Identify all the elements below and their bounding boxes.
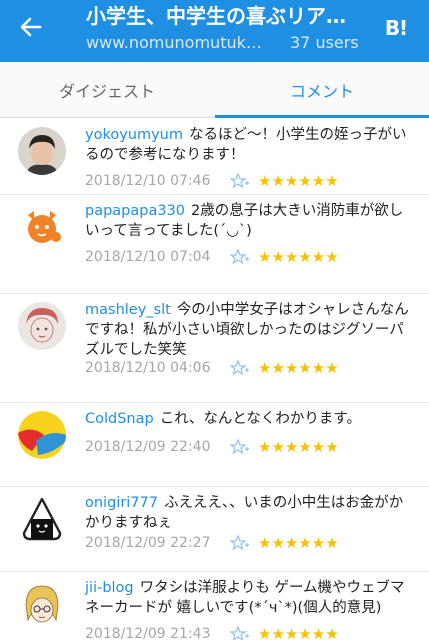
comment-list: yokoyumyum なるほど〜！小学生の姪っ子がいるので参考になります！ 201… bbox=[0, 119, 429, 640]
comment-item[interactable]: jii-blog ワタシは洋服よりも ゲーム機やウェブマネーカードが 嬉しいです(… bbox=[0, 572, 429, 640]
star-rating: ★★★★★★ bbox=[258, 625, 339, 640]
back-arrow-icon bbox=[20, 17, 42, 37]
add-star-icon[interactable] bbox=[230, 360, 250, 376]
avatar[interactable] bbox=[18, 302, 66, 350]
comment-date: 2018/12/09 21:43 bbox=[85, 626, 211, 640]
add-star-icon[interactable] bbox=[230, 173, 250, 189]
hatena-bookmark-logo[interactable]: B! bbox=[382, 14, 410, 42]
tab-digest[interactable]: ダイジェスト bbox=[0, 62, 214, 118]
comment-username[interactable]: jii-blog bbox=[85, 580, 134, 596]
star-rating: ★★★★★★ bbox=[258, 248, 339, 266]
tab-comments[interactable]: コメント bbox=[215, 62, 429, 118]
add-star-icon[interactable] bbox=[230, 626, 250, 640]
add-star-icon[interactable] bbox=[230, 249, 250, 265]
comment-item[interactable]: onigiri777 ふえええ、、いまの小中生はお金がかかりますねぇ 2018/1… bbox=[0, 487, 429, 572]
add-star-icon[interactable] bbox=[230, 439, 250, 455]
star-rating: ★★★★★★ bbox=[258, 534, 339, 552]
comment-meta: 2018/12/10 04:06 ★★★★★★ bbox=[85, 358, 339, 378]
comment-date: 2018/12/09 22:40 bbox=[85, 439, 211, 455]
comment-item[interactable]: mashley_slt 今の小中学女子はオシャレさんなんですね！私が小さい頃欲しか… bbox=[0, 294, 429, 403]
star-rating: ★★★★★★ bbox=[258, 438, 339, 456]
comment-body: onigiri777 ふえええ、、いまの小中生はお金がかかりますねぇ bbox=[85, 493, 413, 533]
page-title: 小学生、中学生の喜ぶリア… bbox=[86, 4, 346, 28]
bookmark-user-count[interactable]: 37 users bbox=[290, 32, 359, 54]
tab-bar: ダイジェスト コメント bbox=[0, 62, 429, 118]
entry-url[interactable]: www.nomunomutuk… bbox=[86, 32, 272, 54]
comment-body: mashley_slt 今の小中学女子はオシャレさんなんですね！私が小さい頃欲しか… bbox=[85, 300, 413, 360]
comment-body: jii-blog ワタシは洋服よりも ゲーム機やウェブマネーカードが 嬉しいです(… bbox=[85, 578, 413, 618]
avatar[interactable] bbox=[18, 203, 66, 251]
comment-body: papapapa330 2歳の息子は大きい消防車が欲しいって言ってました(´◡`) bbox=[85, 201, 413, 241]
comment-meta: 2018/12/09 22:27 ★★★★★★ bbox=[85, 533, 339, 553]
comment-meta: 2018/12/09 21:43 ★★★★★★ bbox=[85, 624, 339, 640]
avatar[interactable] bbox=[18, 127, 66, 175]
star-rating: ★★★★★★ bbox=[258, 172, 339, 190]
add-star-icon[interactable] bbox=[230, 535, 250, 551]
comment-meta: 2018/12/10 07:46 ★★★★★★ bbox=[85, 171, 339, 191]
comment-date: 2018/12/10 07:04 bbox=[85, 249, 211, 265]
comment-date: 2018/12/10 07:46 bbox=[85, 173, 211, 189]
comment-username[interactable]: onigiri777 bbox=[85, 495, 158, 511]
comment-username[interactable]: mashley_slt bbox=[85, 302, 171, 318]
avatar[interactable] bbox=[18, 580, 66, 628]
comment-username[interactable]: papapapa330 bbox=[85, 203, 185, 219]
active-tab-indicator bbox=[215, 115, 429, 118]
comment-item[interactable]: ColdSnap これ、なんとなくわかります。 2018/12/09 22:40 ★… bbox=[0, 403, 429, 487]
comment-date: 2018/12/09 22:27 bbox=[85, 535, 211, 551]
comment-item[interactable]: papapapa330 2歳の息子は大きい消防車が欲しいって言ってました(´◡`)… bbox=[0, 195, 429, 294]
app-header: 小学生、中学生の喜ぶリア… www.nomunomutuk… 37 users … bbox=[0, 0, 429, 62]
comment-username[interactable]: yokoyumyum bbox=[85, 127, 183, 143]
avatar[interactable] bbox=[18, 411, 66, 459]
comment-body: ColdSnap これ、なんとなくわかります。 bbox=[85, 409, 413, 429]
comment-meta: 2018/12/09 22:40 ★★★★★★ bbox=[85, 437, 339, 457]
comment-meta: 2018/12/10 07:04 ★★★★★★ bbox=[85, 247, 339, 267]
comment-item[interactable]: yokoyumyum なるほど〜！小学生の姪っ子がいるので参考になります！ 201… bbox=[0, 119, 429, 195]
avatar[interactable] bbox=[18, 495, 66, 543]
comment-body: yokoyumyum なるほど〜！小学生の姪っ子がいるので参考になります！ bbox=[85, 125, 413, 165]
back-button[interactable] bbox=[12, 12, 50, 42]
star-rating: ★★★★★★ bbox=[258, 359, 339, 377]
comment-date: 2018/12/10 04:06 bbox=[85, 360, 211, 376]
comment-text: これ、なんとなくわかります。 bbox=[159, 411, 361, 427]
comment-username[interactable]: ColdSnap bbox=[85, 411, 154, 427]
